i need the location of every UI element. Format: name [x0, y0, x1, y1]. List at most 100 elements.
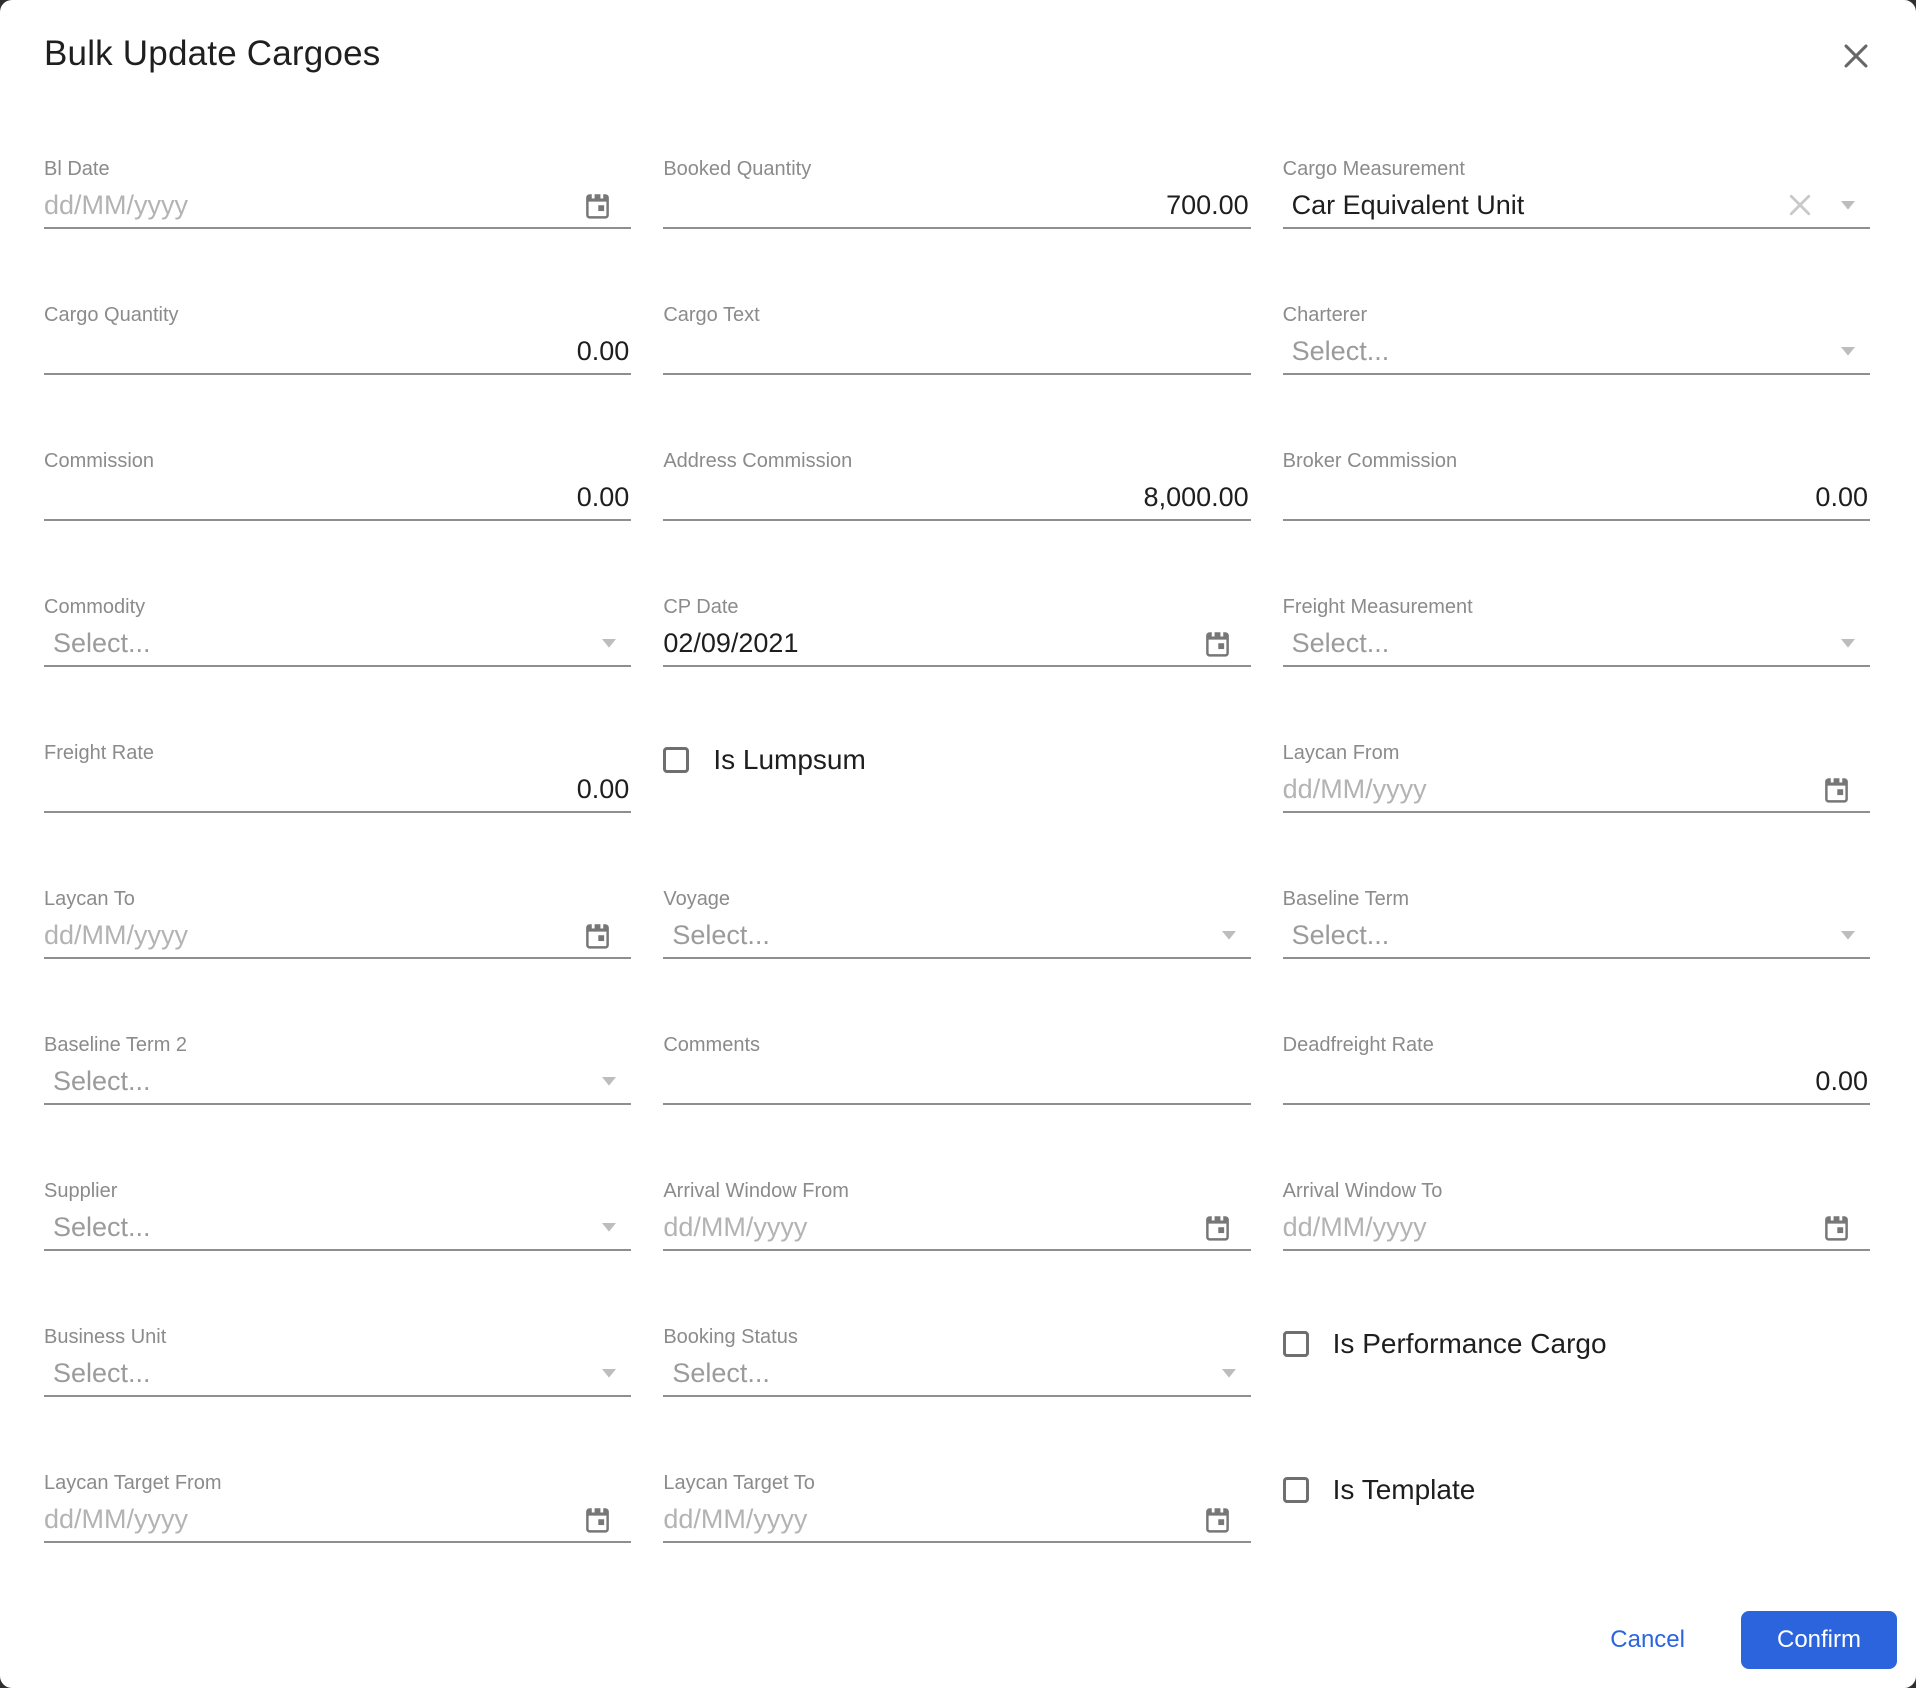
calendar-icon[interactable]	[584, 190, 611, 220]
laycan-target-from-input[interactable]: dd/MM/yyyy	[44, 1497, 632, 1543]
chevron-down-icon[interactable]	[1221, 930, 1237, 940]
is-performance-cargo-checkbox[interactable]: Is Performance Cargo	[1282, 1328, 1870, 1360]
supplier-placeholder: Select...	[53, 1211, 151, 1242]
laycan-to-placeholder: dd/MM/yyyy	[44, 919, 189, 950]
chevron-down-icon[interactable]	[601, 1076, 617, 1086]
freight-measurement-label: Freight Measurement	[1282, 596, 1473, 618]
arrival-window-from-label: Arrival Window From	[663, 1180, 849, 1202]
calendar-icon[interactable]	[1204, 628, 1231, 658]
calendar-icon[interactable]	[1823, 774, 1850, 804]
deadfreight-rate-value: 0.00	[1815, 1065, 1868, 1096]
charterer-select[interactable]: Select...	[1282, 329, 1870, 375]
cp-date-input[interactable]: 02/09/2021	[663, 621, 1251, 667]
calendar-icon[interactable]	[584, 920, 611, 950]
cargo-quantity-value: 0.00	[576, 335, 630, 366]
laycan-from-input[interactable]: dd/MM/yyyy	[1282, 767, 1870, 813]
cargo-text-label: Cargo Text	[663, 304, 760, 326]
checkbox-icon	[1282, 1477, 1309, 1503]
cargo-quantity-input[interactable]: 0.00	[44, 329, 632, 375]
booking-status-select[interactable]: Select...	[663, 1351, 1251, 1397]
calendar-icon[interactable]	[584, 1504, 611, 1534]
field-charterer: Charterer Select...	[1282, 303, 1870, 375]
booking-status-label: Booking Status	[663, 1326, 798, 1348]
laycan-target-to-placeholder: dd/MM/yyyy	[663, 1503, 808, 1534]
baseline-term-2-select[interactable]: Select...	[44, 1059, 632, 1105]
business-unit-select[interactable]: Select...	[44, 1351, 632, 1397]
voyage-label: Voyage	[663, 888, 731, 910]
supplier-select[interactable]: Select...	[44, 1205, 632, 1251]
commission-value: 0.00	[576, 481, 630, 512]
bl-date-input[interactable]: dd/MM/yyyy	[44, 183, 632, 229]
laycan-target-from-placeholder: dd/MM/yyyy	[44, 1503, 189, 1534]
is-performance-cargo-label: Is Performance Cargo	[1332, 1328, 1607, 1359]
laycan-from-placeholder: dd/MM/yyyy	[1282, 773, 1427, 804]
calendar-icon[interactable]	[1204, 1212, 1231, 1242]
comments-input[interactable]	[663, 1059, 1251, 1105]
dialog-footer: Cancel Confirm	[1610, 1611, 1897, 1669]
laycan-to-label: Laycan To	[44, 888, 135, 910]
laycan-target-from-label: Laycan Target From	[44, 1472, 222, 1494]
field-laycan-from: Laycan From dd/MM/yyyy	[1282, 741, 1870, 813]
chevron-down-icon[interactable]	[1840, 346, 1856, 356]
address-commission-value: 8,000.00	[1143, 481, 1249, 512]
cancel-button[interactable]: Cancel	[1610, 1626, 1685, 1654]
chevron-down-icon[interactable]	[1840, 200, 1856, 210]
freight-rate-input[interactable]: 0.00	[44, 767, 632, 813]
deadfreight-rate-input[interactable]: 0.00	[1282, 1059, 1870, 1105]
charterer-placeholder: Select...	[1291, 335, 1390, 366]
is-template-checkbox[interactable]: Is Template	[1282, 1474, 1870, 1506]
baseline-term-label: Baseline Term	[1282, 888, 1410, 910]
arrival-window-to-input[interactable]: dd/MM/yyyy	[1282, 1205, 1870, 1251]
laycan-target-to-input[interactable]: dd/MM/yyyy	[663, 1497, 1251, 1543]
field-is-template: Is Template	[1282, 1471, 1870, 1543]
bl-date-placeholder: dd/MM/yyyy	[44, 189, 189, 220]
voyage-placeholder: Select...	[672, 919, 770, 950]
booked-quantity-value: 700.00	[1166, 189, 1249, 220]
clear-icon[interactable]	[1786, 191, 1814, 219]
field-cp-date: CP Date 02/09/2021	[663, 595, 1251, 667]
freight-measurement-select[interactable]: Select...	[1282, 621, 1870, 667]
broker-commission-value: 0.00	[1815, 481, 1868, 512]
freight-rate-label: Freight Rate	[44, 742, 155, 764]
field-address-commission: Address Commission 8,000.00	[663, 449, 1251, 521]
calendar-icon[interactable]	[1204, 1504, 1231, 1534]
baseline-term-select[interactable]: Select...	[1282, 913, 1870, 959]
booked-quantity-input[interactable]: 700.00	[663, 183, 1251, 229]
close-icon[interactable]	[1834, 34, 1878, 78]
commodity-select[interactable]: Select...	[44, 621, 632, 667]
commission-input[interactable]: 0.00	[44, 475, 632, 521]
baseline-term-2-label: Baseline Term 2	[44, 1034, 188, 1056]
voyage-select[interactable]: Select...	[663, 913, 1251, 959]
field-laycan-target-from: Laycan Target From dd/MM/yyyy	[44, 1471, 632, 1543]
bulk-update-cargoes-dialog: Bulk Update Cargoes Bl Date dd/MM/yyyy B…	[0, 0, 1916, 1688]
chevron-down-icon[interactable]	[1221, 1368, 1237, 1378]
laycan-to-input[interactable]: dd/MM/yyyy	[44, 913, 632, 959]
cargo-text-input[interactable]	[663, 329, 1251, 375]
chevron-down-icon[interactable]	[601, 638, 617, 648]
cargo-measurement-select[interactable]: Car Equivalent Unit	[1282, 183, 1870, 229]
field-cargo-quantity: Cargo Quantity 0.00	[44, 303, 632, 375]
chevron-down-icon[interactable]	[601, 1368, 617, 1378]
is-lumpsum-checkbox[interactable]: Is Lumpsum	[663, 744, 1250, 776]
field-commodity: Commodity Select...	[44, 595, 632, 667]
field-baseline-term-2: Baseline Term 2 Select...	[44, 1033, 632, 1105]
calendar-icon[interactable]	[1823, 1212, 1850, 1242]
arrival-window-from-input[interactable]: dd/MM/yyyy	[663, 1205, 1251, 1251]
address-commission-input[interactable]: 8,000.00	[663, 475, 1251, 521]
confirm-button[interactable]: Confirm	[1740, 1611, 1897, 1669]
booked-quantity-label: Booked Quantity	[663, 158, 812, 180]
commodity-label: Commodity	[44, 596, 146, 618]
broker-commission-input[interactable]: 0.00	[1282, 475, 1870, 521]
chevron-down-icon[interactable]	[1840, 930, 1856, 940]
field-comments: Comments	[663, 1033, 1251, 1105]
chevron-down-icon[interactable]	[1840, 638, 1856, 648]
cargo-measurement-value: Car Equivalent Unit	[1291, 189, 1525, 220]
dialog-title: Bulk Update Cargoes	[44, 34, 381, 73]
field-arrival-window-from: Arrival Window From dd/MM/yyyy	[663, 1179, 1251, 1251]
broker-commission-label: Broker Commission	[1282, 450, 1458, 472]
field-booking-status: Booking Status Select...	[663, 1325, 1251, 1397]
baseline-term-2-placeholder: Select...	[53, 1065, 151, 1096]
chevron-down-icon[interactable]	[601, 1222, 617, 1232]
field-is-lumpsum: Is Lumpsum	[663, 741, 1250, 813]
dialog-header: Bulk Update Cargoes	[0, 0, 1916, 78]
